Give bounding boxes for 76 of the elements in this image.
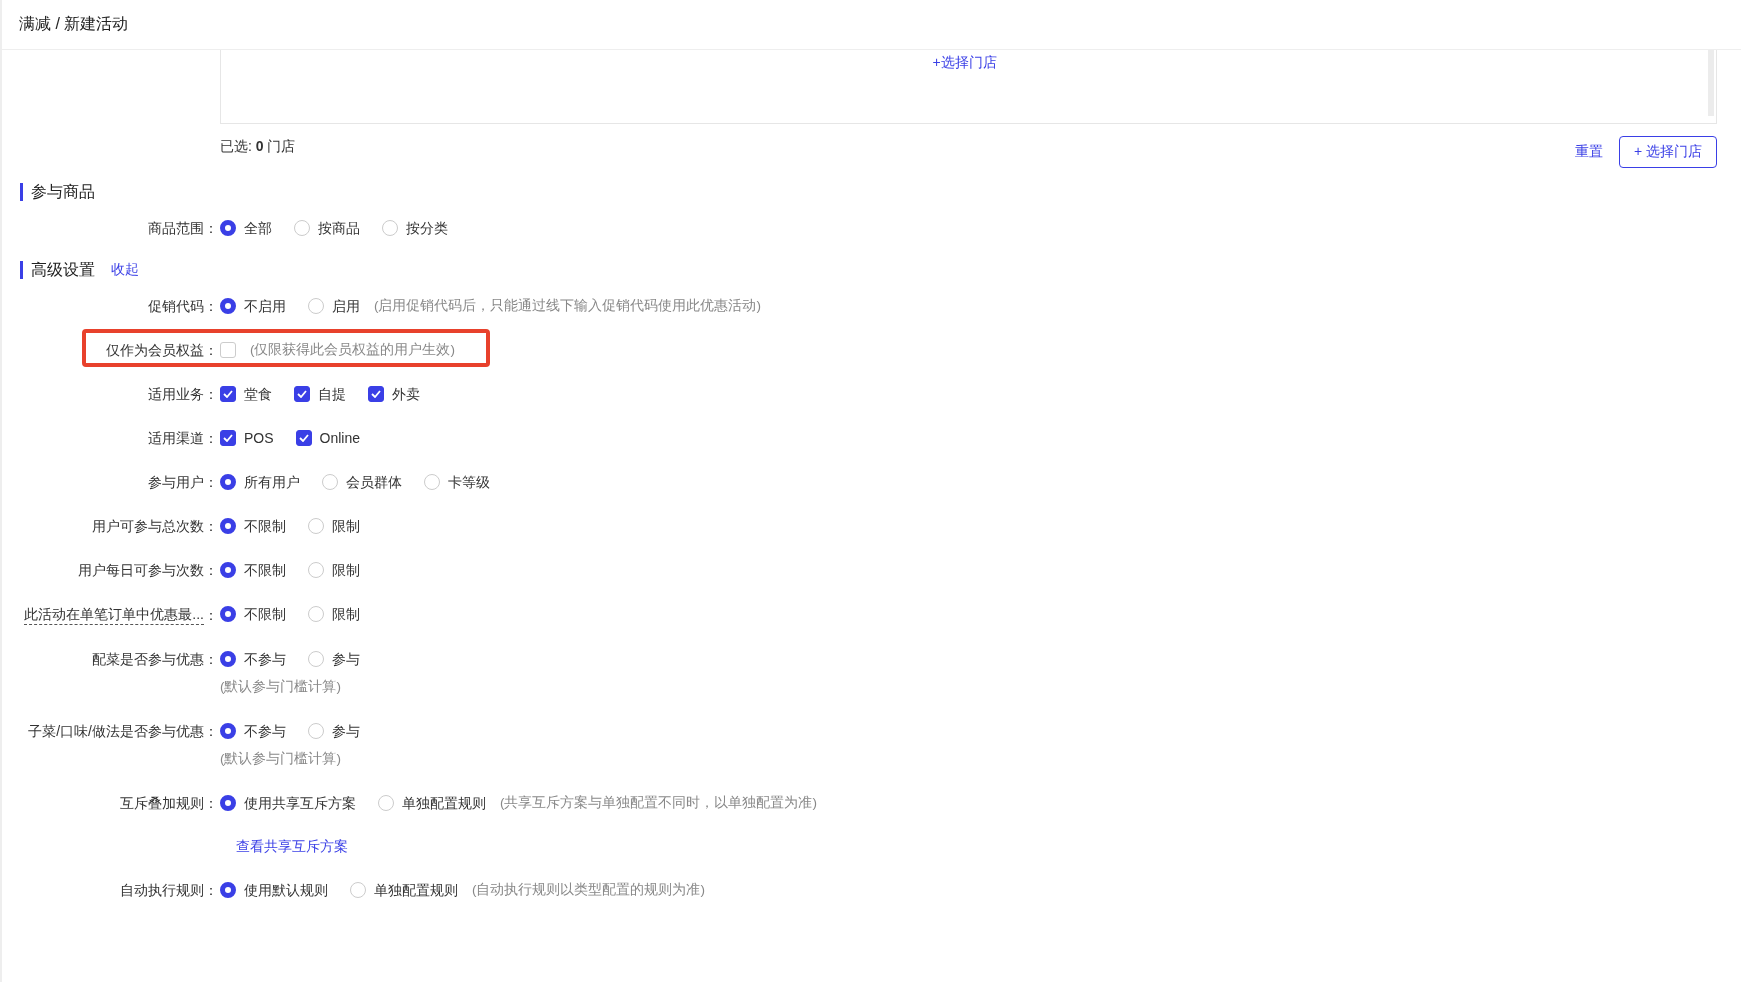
checkbox[interactable] [295, 430, 312, 446]
radio-option[interactable]: 会员群体 [322, 472, 402, 492]
radio-button[interactable] [220, 298, 236, 314]
field-label: 配菜是否参与优惠： [91, 650, 219, 669]
check-icon [371, 390, 381, 398]
field-label: 仅作为会员权益： [105, 341, 219, 360]
section-title: 高级设置 [20, 261, 95, 279]
radio-button[interactable] [220, 882, 236, 898]
field-label: 参与用户： [147, 473, 219, 492]
radio-option[interactable]: 参与 [308, 721, 360, 741]
checkbox-option[interactable]: POS [220, 428, 274, 448]
field-label: 此活动在单笔订单中优惠最... [24, 604, 204, 625]
field-label: 子菜/口味/做法是否参与优惠： [27, 722, 219, 741]
hint-text: (自动执行规则以类型配置的规则为准) [472, 881, 705, 899]
checkbox-option[interactable]: 堂食 [220, 384, 272, 404]
checkbox[interactable] [220, 386, 236, 402]
page-title: 满减 / 新建活动 [19, 14, 129, 34]
check-icon [297, 390, 307, 398]
radio-option[interactable]: 不参与 [220, 649, 286, 669]
hint-text: (仅限获得此会员权益的用户生效) [250, 341, 455, 359]
hint-text: (默认参与门槛计算) [220, 678, 342, 696]
radio-button[interactable] [220, 220, 236, 236]
checkbox-option[interactable]: 自提 [294, 384, 346, 404]
checkbox-option[interactable]: Online [295, 428, 361, 448]
radio-option[interactable]: 不限制 [220, 604, 286, 624]
radio-button[interactable] [220, 474, 236, 490]
view-scheme-link[interactable]: 查看共享互斥方案 [236, 838, 348, 854]
radio-button[interactable] [220, 651, 236, 667]
checkbox[interactable] [220, 430, 236, 446]
check-icon [298, 434, 309, 442]
radio-option[interactable]: 不启用 [220, 296, 286, 316]
check-icon [223, 390, 233, 398]
field-label: 适用渠道： [147, 429, 219, 448]
radio-button[interactable] [220, 723, 236, 739]
radio-button[interactable] [220, 518, 236, 534]
radio-button[interactable] [220, 606, 236, 622]
section-title: 参与商品 [20, 183, 95, 201]
radio-option[interactable]: 不参与 [220, 721, 286, 741]
select-store-link[interactable]: +选择门店 [932, 54, 997, 123]
radio-option[interactable]: 启用 [308, 296, 360, 316]
radio-option[interactable]: 单独配置规则 [350, 880, 458, 900]
radio-option[interactable]: 不限制 [220, 516, 286, 536]
field-label: 自动执行规则： [119, 881, 219, 900]
radio-option[interactable]: 单独配置规则 [378, 793, 486, 813]
radio-option[interactable]: 所有用户 [220, 472, 300, 492]
radio-option[interactable]: 参与 [308, 649, 360, 669]
selected-count: 已选: 0 门店 [220, 138, 296, 156]
radio-button[interactable] [220, 562, 236, 578]
radio-option[interactable]: 按商品 [294, 218, 360, 238]
hint-text: (启用促销代码后，只能通过线下输入促销代码使用此优惠活动) [374, 297, 761, 315]
field-label: 适用业务： [147, 385, 219, 404]
radio-option[interactable]: 限制 [308, 604, 360, 624]
radio-option[interactable]: 按分类 [382, 218, 448, 238]
field-label: 促销代码： [147, 297, 219, 316]
radio-option[interactable]: 卡等级 [424, 472, 490, 492]
field-label: 商品范围： [147, 219, 219, 238]
radio-option[interactable]: 限制 [308, 560, 360, 580]
label-colon: ： [204, 605, 219, 625]
checkbox-option[interactable]: 外卖 [368, 384, 420, 404]
reset-link[interactable]: 重置 [1574, 143, 1603, 161]
field-label: 互斥叠加规则： [119, 794, 219, 813]
check-icon [223, 434, 233, 442]
radio-option[interactable]: 使用共享互斥方案 [220, 793, 356, 813]
radio-option[interactable]: 使用默认规则 [220, 880, 328, 900]
field-label: 用户可参与总次数： [91, 517, 219, 536]
checkbox[interactable] [368, 386, 384, 402]
radio-option[interactable]: 全部 [220, 218, 272, 238]
radio-button[interactable] [220, 795, 236, 811]
checkbox[interactable] [294, 386, 310, 402]
field-label: 用户每日可参与次数： [77, 561, 219, 580]
hint-text: (默认参与门槛计算) [220, 750, 342, 768]
radio-option[interactable]: 限制 [308, 516, 360, 536]
collapse-link[interactable]: 收起 [111, 261, 139, 279]
hint-text: (共享互斥方案与单独配置不同时，以单独配置为准) [500, 794, 817, 812]
select-store-button[interactable]: + 选择门店 [1618, 136, 1717, 168]
radio-option[interactable]: 不限制 [220, 560, 286, 580]
